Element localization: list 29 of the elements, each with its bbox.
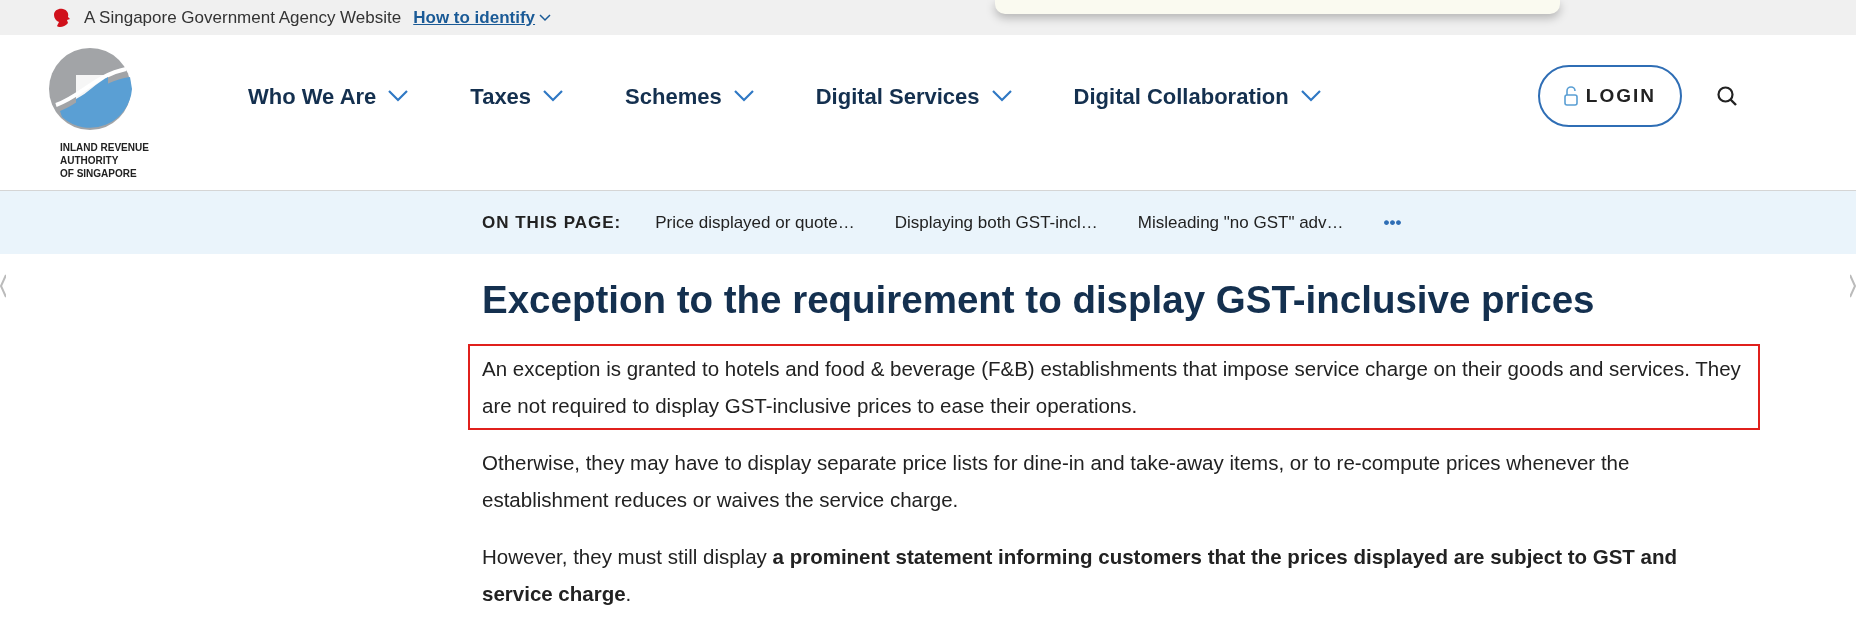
nav-menu-item[interactable]: Taxes [470,79,564,113]
page-section-link[interactable]: Displaying both GST-incl… [894,209,1098,236]
nav-menu-item[interactable]: Digital Services [815,79,1012,113]
chevron-down-icon [991,90,1012,102]
logo-caption: INLAND REVENUE AUTHORITY OF SINGAPORE [60,141,150,180]
page-section-link[interactable]: Price displayed or quote… [655,209,855,236]
caret-icon [539,13,552,22]
chevron-left-icon [0,274,6,298]
body-paragraph: Otherwise, they may have to display separate price lists for dine-in and take-away items, or to re-compute prices whenever the establishment reduces or waives the service charge. [481,450,1631,513]
login-button[interactable]: LOGIN [1537,65,1682,127]
search-icon[interactable] [1716,85,1738,107]
padlock-icon [1563,86,1578,106]
nav-menu-item[interactable]: Who We Are [248,79,409,113]
logo-icon [48,47,132,131]
chevron-down-icon [733,90,754,102]
chevron-down-icon [388,90,409,102]
page-heading: Exception to the requirement to display GST-inclusive prices [481,277,1596,323]
page-section-link[interactable]: Misleading "no GST" adv… [1137,209,1344,236]
on-this-page-label: ON THIS PAGE: [482,211,622,234]
body-paragraph: However, they must still display a prominent statement informing customers that the prices displayed are subject to GST and service charge. [481,544,1678,607]
chevron-right-icon [1850,274,1856,298]
chevron-down-icon [1300,90,1321,102]
chevron-down-icon [543,90,564,102]
how-to-identify-link[interactable]: How to identify [413,4,552,31]
body-paragraph: An exception is granted to hotels and food & beverage (F&B) establishments that impose service charge on their goods and services. They are not required to display GST-inclusive prices to ease their operations. [468,344,1760,430]
more-button[interactable]: ••• [1383,209,1402,236]
agency-notice: A Singapore Government Agency Website [84,6,402,29]
nav-menu-item[interactable]: Digital Collaboration [1073,79,1321,113]
nav-menu-item[interactable]: Schemes [625,79,754,113]
